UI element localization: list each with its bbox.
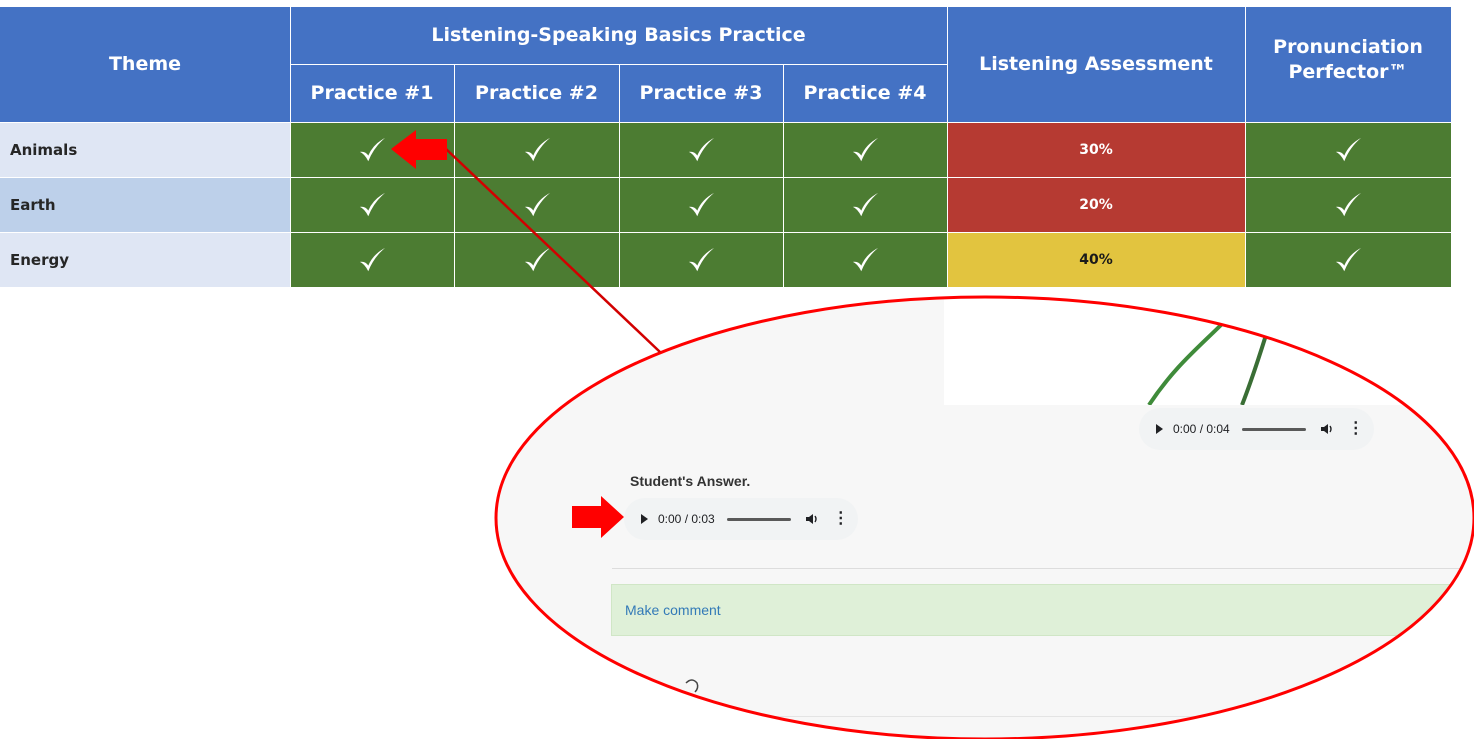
red-arrow-icon bbox=[572, 496, 624, 538]
annotation-overlay bbox=[391, 130, 1474, 739]
callout-ellipse bbox=[494, 295, 1474, 739]
red-arrow-icon bbox=[391, 130, 447, 169]
callout-line bbox=[445, 148, 661, 353]
